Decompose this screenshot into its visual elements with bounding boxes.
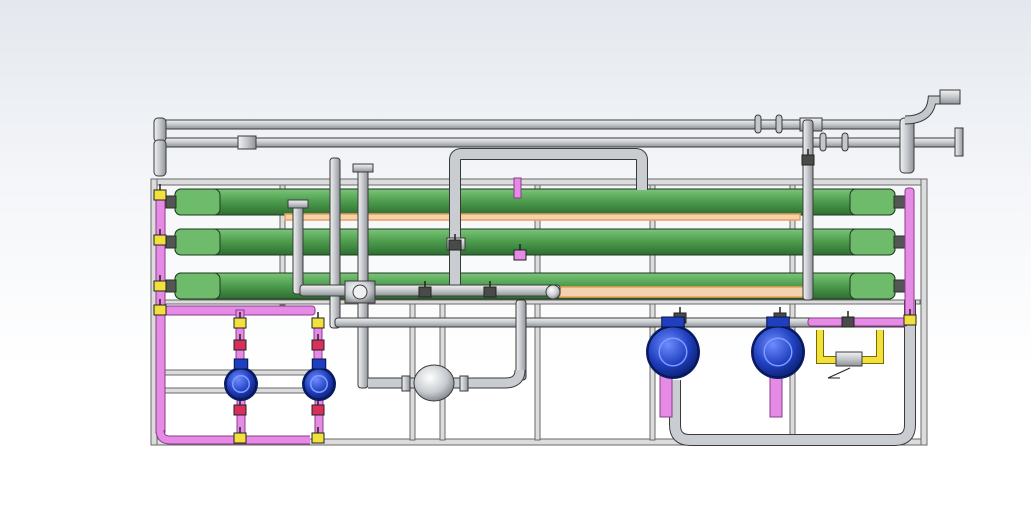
pink-right-branch: [807, 317, 909, 327]
drop-to-filter: [515, 299, 527, 381]
riser-2-flange: [287, 199, 309, 209]
frame-post-4: [649, 184, 656, 441]
vessel-end-cap-right: [849, 188, 896, 216]
header-ring-3: [819, 132, 827, 152]
vessel-port-right: [893, 235, 907, 249]
header-coupling: [237, 135, 257, 150]
vessel-port-left: [165, 279, 177, 293]
frame-post-3: [534, 184, 541, 441]
pump-outlet: [233, 358, 249, 370]
vessel-end-cap-right: [849, 272, 896, 300]
vessel-end-cap-right: [849, 228, 896, 256]
vessel-end-cap-left: [174, 272, 221, 300]
cad-viewport[interactable]: [0, 0, 1031, 526]
small-pump-1[interactable]: [224, 358, 258, 401]
riser-3: [357, 167, 369, 389]
permeate-pipe-lower: [559, 286, 806, 298]
pink-right-riser: [904, 187, 915, 319]
pump-outlet: [311, 358, 327, 370]
vessel-port-right: [893, 279, 907, 293]
membrane-vessel-bank: [165, 188, 907, 300]
header-drop-right: [899, 117, 915, 174]
header-elbow-left: [153, 117, 167, 143]
vessel-port-right: [893, 195, 907, 209]
header-ring-4: [841, 132, 849, 152]
frame-right-post: [920, 178, 928, 446]
frame-mid-rail: [159, 299, 921, 305]
permeate-junction: [545, 284, 561, 300]
pink-pump-3-leg: [659, 374, 673, 418]
filter-housing: [413, 364, 455, 402]
pink-pump-4-leg: [769, 374, 783, 418]
riser-2: [292, 203, 304, 295]
header-ring-1: [754, 114, 762, 134]
frame-post-5: [789, 184, 796, 441]
tee-block-port: [352, 284, 368, 300]
dosing-leader-line: [827, 367, 851, 379]
filter-flange-in: [401, 375, 411, 392]
loop-pipe: [449, 148, 648, 290]
riser-1: [329, 157, 341, 329]
filter-flange-out: [459, 375, 469, 392]
vessel-end-cap-left: [174, 228, 221, 256]
header-flange-right: [954, 127, 964, 157]
small-pump-2[interactable]: [302, 358, 336, 401]
header-pipes: [153, 89, 964, 177]
riser-right: [802, 119, 814, 301]
dosing-flowmeter: [835, 351, 863, 367]
pump-outlet: [661, 316, 685, 328]
pump-group: [224, 316, 805, 401]
dosing-loop: [816, 330, 884, 379]
vessel-port-left: [165, 235, 177, 249]
vessel-2: [165, 228, 907, 256]
header-pipe-lower: [159, 137, 961, 148]
vessel-port-left: [165, 195, 177, 209]
header-pipe-upper: [159, 119, 906, 130]
pump-outlet: [766, 316, 790, 328]
pink-vent: [513, 177, 522, 199]
header-ring-2: [775, 114, 783, 134]
header-flange-top: [939, 89, 961, 105]
skid-assembly-drawing: [150, 89, 964, 446]
header-drop-left: [153, 139, 167, 177]
vessel-1: [165, 188, 907, 216]
riser-3-flange: [352, 163, 374, 173]
vessel-end-cap-left: [174, 188, 221, 216]
valve-6[interactable]: [841, 311, 855, 328]
